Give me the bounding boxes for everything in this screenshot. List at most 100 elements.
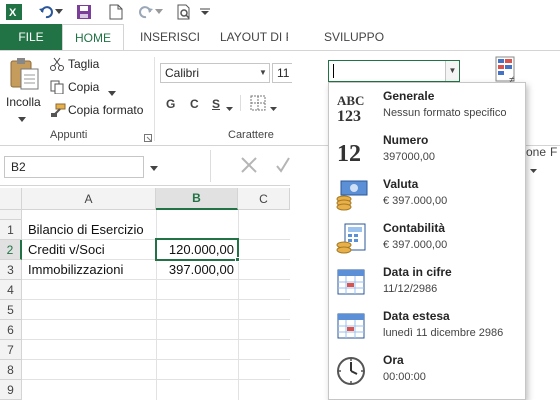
undo-icon[interactable] xyxy=(36,2,56,22)
redo-dropdown-icon[interactable] xyxy=(154,2,164,22)
undo-dropdown-icon[interactable] xyxy=(54,2,64,22)
formula-bar-separator xyxy=(210,150,211,182)
accounting-icon xyxy=(335,223,369,255)
clock-icon xyxy=(335,355,369,387)
font-name-dropdown-icon[interactable]: ▼ xyxy=(257,64,269,82)
cell-a1[interactable]: Bilancio di Esercizio xyxy=(28,220,144,240)
format-option-time[interactable]: Ora 00:00:00 xyxy=(329,349,525,393)
ribbon-partial-dropdown-icon[interactable] xyxy=(530,163,537,177)
row-header[interactable]: 1 xyxy=(0,220,22,240)
tab-developer[interactable]: SVILUPPO xyxy=(324,24,384,50)
currency-icon xyxy=(335,179,369,211)
format-option-sample: lunedì 11 dicembre 2986 xyxy=(383,327,504,339)
general-abc123-icon: ABC 123 xyxy=(335,91,369,125)
svg-text:ABC: ABC xyxy=(337,93,364,108)
format-option-label: Contabilità xyxy=(383,221,445,235)
format-option-sample: Nessun formato specifico xyxy=(383,107,507,119)
ribbon-partial-label: one xyxy=(526,145,547,159)
svg-text:123: 123 xyxy=(337,108,361,123)
copy-button[interactable]: Copia xyxy=(68,80,99,94)
row-header[interactable]: 6 xyxy=(0,320,22,340)
name-box-dropdown-icon[interactable] xyxy=(150,160,158,174)
row-header[interactable]: 5 xyxy=(0,300,22,320)
clipboard-dialog-launcher-icon[interactable] xyxy=(144,131,152,145)
row-header[interactable]: 8 xyxy=(0,360,22,380)
format-option-sample: € 397.000,00 xyxy=(383,239,448,251)
format-painter-button[interactable]: Copia formato xyxy=(68,103,143,117)
ribbon-partial-label-2: F xyxy=(550,145,558,159)
underline-button[interactable]: S xyxy=(212,97,220,111)
column-header-c[interactable]: C xyxy=(238,188,290,210)
cut-button[interactable]: Taglia xyxy=(68,57,99,71)
format-option-short-date[interactable]: Data in cifre 11/12/2986 xyxy=(329,261,525,305)
row-header-spacer xyxy=(0,210,22,220)
italic-button[interactable]: C xyxy=(190,97,199,111)
format-option-number[interactable]: 12 Numero 397000,00 xyxy=(329,129,525,173)
format-option-general[interactable]: ABC 123 Generale Nessun formato specifico xyxy=(329,85,525,129)
svg-text:X: X xyxy=(9,7,17,19)
row-header[interactable]: 4 xyxy=(0,280,22,300)
tab-insert[interactable]: INSERISCI xyxy=(140,24,200,50)
worksheet-grid: A B C 1 2 3 4 5 6 7 8 9 Bilancio di Eser… xyxy=(0,186,290,400)
row-header[interactable]: 9 xyxy=(0,380,22,400)
format-option-accounting[interactable]: Contabilità € 397.000,00 xyxy=(329,217,525,261)
font-separator xyxy=(240,95,241,111)
format-option-currency[interactable]: Valuta € 397.000,00 xyxy=(329,173,525,217)
format-option-sample: € 397.000,00 xyxy=(383,195,448,207)
format-option-long-date[interactable]: Data estesa lunedì 11 dicembre 2986 xyxy=(329,305,525,349)
row-header[interactable]: 7 xyxy=(0,340,22,360)
format-option-label: Generale xyxy=(383,89,435,103)
format-painter-icon xyxy=(50,103,66,120)
font-name-combo[interactable]: Calibri ▼ xyxy=(160,63,270,83)
font-group-label: Carattere xyxy=(228,129,274,141)
format-option-label: Valuta xyxy=(383,177,419,191)
new-file-icon[interactable] xyxy=(106,2,126,22)
text-caret xyxy=(333,64,334,78)
ribbon-tab-row: FILE HOME INSERISCI LAYOUT DI P SVILUPPO xyxy=(0,24,560,50)
paste-button[interactable]: Incolla xyxy=(6,95,41,109)
bold-button[interactable]: G xyxy=(166,97,175,111)
row-header-active[interactable]: 2 xyxy=(0,240,22,260)
paste-dropdown-icon[interactable] xyxy=(18,111,26,125)
paste-icon[interactable] xyxy=(8,57,40,91)
long-date-calendar-icon xyxy=(335,311,369,343)
redo-icon[interactable] xyxy=(136,2,156,22)
active-cell-selection xyxy=(155,238,239,261)
cancel-entry-icon[interactable] xyxy=(240,156,258,177)
column-header-a[interactable]: A xyxy=(22,188,156,210)
copy-dropdown-icon[interactable] xyxy=(108,85,116,99)
cell-a3[interactable]: Immobilizzazioni xyxy=(28,260,123,280)
customize-toolbar-icon[interactable] xyxy=(198,2,212,22)
fill-handle[interactable] xyxy=(235,257,240,262)
font-size-value: 11 xyxy=(277,66,290,80)
ribbon-separator xyxy=(154,57,155,141)
format-option-label: Numero xyxy=(383,133,429,147)
excel-logo-icon: X xyxy=(4,2,24,22)
number-format-dropdown-icon[interactable]: ▼ xyxy=(445,61,459,81)
print-preview-icon[interactable] xyxy=(174,2,194,22)
tab-page-layout[interactable]: LAYOUT DI P xyxy=(220,24,288,50)
save-icon[interactable] xyxy=(74,2,94,22)
borders-icon[interactable] xyxy=(250,95,266,114)
cut-icon xyxy=(50,57,64,74)
borders-dropdown-icon[interactable] xyxy=(270,101,277,115)
cell-a2[interactable]: Crediti v/Soci xyxy=(28,240,105,260)
formula-bar: B2 xyxy=(0,146,290,186)
cell-b3[interactable]: 397.000,00 xyxy=(157,260,238,280)
underline-dropdown-icon[interactable] xyxy=(226,101,233,115)
row-header[interactable]: 3 xyxy=(0,260,22,280)
tab-home[interactable]: HOME xyxy=(62,24,124,50)
format-option-label: Data estesa xyxy=(383,309,450,323)
quick-access-toolbar: X xyxy=(0,0,560,24)
short-date-calendar-icon xyxy=(335,267,369,299)
number-format-combo[interactable]: ▼ xyxy=(328,60,460,82)
font-size-combo[interactable]: 11 xyxy=(272,63,292,83)
column-header-b[interactable]: B xyxy=(156,188,238,210)
format-option-label: Ora xyxy=(383,353,404,367)
format-option-label: Data in cifre xyxy=(383,265,452,279)
number-format-dropdown: ABC 123 Generale Nessun formato specifico… xyxy=(328,82,526,400)
confirm-entry-icon[interactable] xyxy=(276,156,290,177)
name-box[interactable]: B2 xyxy=(4,156,144,178)
tab-file[interactable]: FILE xyxy=(0,24,62,50)
select-all-corner[interactable] xyxy=(0,188,22,210)
